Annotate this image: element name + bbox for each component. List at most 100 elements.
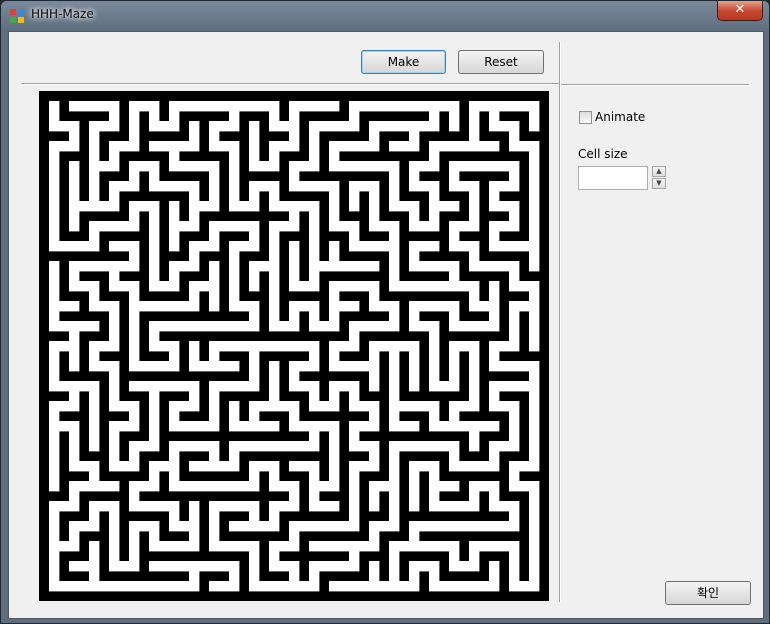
maze-path-cell (49, 421, 60, 432)
maze-path-cell (459, 341, 470, 352)
maze-path-cell (419, 161, 430, 172)
maze-path-cell (469, 391, 480, 402)
maze-path-cell (329, 261, 340, 272)
maze-path-cell (349, 581, 360, 592)
maze-path-cell (169, 101, 180, 112)
maze-path-cell (469, 551, 480, 562)
maze-path-cell (249, 141, 260, 152)
maze-path-cell (509, 321, 520, 332)
maze-path-cell (129, 461, 140, 472)
maze-path-cell (209, 241, 220, 252)
maze-path-cell (499, 121, 510, 132)
maze-path-cell (459, 141, 470, 152)
maze-path-cell (309, 351, 320, 362)
maze-path-cell (49, 531, 60, 542)
maze-path-cell (229, 121, 240, 132)
maze-path-cell (389, 181, 400, 192)
maze-path-cell (389, 301, 400, 312)
maze-path-cell (429, 281, 440, 292)
maze-path-cell (239, 441, 250, 452)
maze-path-cell (469, 111, 480, 122)
maze-path-cell (279, 441, 290, 452)
maze-path-cell (259, 421, 270, 432)
maze-path-cell (249, 261, 260, 272)
maze-path-cell (149, 391, 160, 402)
maze-path-cell (309, 301, 320, 312)
maze-path-cell (49, 111, 60, 122)
spin-down-icon[interactable]: ▼ (652, 178, 666, 189)
maze-path-cell (499, 501, 510, 512)
maze-path-cell (359, 541, 370, 552)
maze-path-cell (269, 391, 280, 402)
maze-path-cell (389, 571, 400, 582)
maze-path-cell (469, 251, 480, 262)
maze-path-cell (89, 281, 100, 292)
maze-path-cell (149, 411, 160, 422)
maze-path-cell (429, 581, 440, 592)
maze-path-cell (299, 381, 310, 392)
maze-path-cell (409, 221, 420, 232)
maze-path-cell (389, 201, 400, 212)
maze-path-cell (329, 211, 340, 222)
maze-path-cell (529, 541, 540, 552)
maze-path-cell (99, 161, 110, 172)
maze-path-cell (129, 201, 140, 212)
maze-path-cell (289, 161, 300, 172)
maze-path-cell (439, 281, 450, 292)
maze-path-cell (459, 421, 470, 432)
maze-path-cell (419, 281, 430, 292)
maze-path-cell (89, 431, 100, 442)
maze-path-cell (259, 461, 270, 472)
maze-path-cell (59, 541, 70, 552)
maze-path-cell (309, 281, 320, 292)
maze-path-cell (329, 281, 340, 292)
animate-checkbox[interactable] (579, 111, 592, 124)
maze-path-cell (269, 281, 280, 292)
maze-path-cell (379, 521, 390, 532)
spin-up-icon[interactable]: ▲ (652, 166, 666, 177)
maze-path-cell (489, 161, 500, 172)
maze-path-cell (209, 521, 220, 532)
make-button[interactable]: Make (361, 50, 446, 74)
maze-path-cell (489, 261, 500, 272)
cell-size-input[interactable] (578, 166, 648, 190)
maze-path-cell (239, 421, 250, 432)
title-bar[interactable]: HHH-Maze ✕ (1, 1, 769, 31)
maze-path-cell (109, 531, 120, 542)
maze-path-cell (169, 481, 180, 492)
maze-path-cell (269, 291, 280, 302)
maze-path-cell (179, 401, 190, 412)
maze-path-cell (49, 151, 60, 162)
maze-path-cell (69, 391, 80, 402)
maze-path-cell (189, 341, 200, 352)
ok-button[interactable]: 확인 (665, 581, 751, 605)
maze-path-cell (189, 211, 200, 222)
maze-path-cell (129, 341, 140, 352)
maze-path-cell (449, 461, 460, 472)
maze-path-cell (429, 401, 440, 412)
maze-path-cell (389, 541, 400, 552)
maze-path-cell (149, 201, 160, 212)
maze-path-cell (229, 341, 240, 352)
maze-path-cell (389, 401, 400, 412)
maze-path-cell (149, 431, 160, 442)
maze-path-cell (249, 511, 260, 522)
maze-path-cell (489, 341, 500, 352)
maze-path-cell (389, 271, 400, 282)
reset-button[interactable]: Reset (458, 50, 544, 74)
maze-path-cell (529, 221, 540, 232)
maze-path-cell (399, 201, 410, 212)
maze-path-cell (149, 221, 160, 232)
maze-path-cell (149, 321, 160, 332)
maze-path-cell (349, 381, 360, 392)
maze-path-cell (199, 421, 210, 432)
maze-path-cell (479, 261, 490, 272)
close-button[interactable]: ✕ (717, 1, 763, 21)
maze-path-cell (209, 181, 220, 192)
maze-path-cell (499, 161, 510, 172)
maze-path-cell (49, 101, 60, 112)
maze-path-cell (429, 261, 440, 272)
maze-path-cell (309, 521, 320, 532)
maze-canvas[interactable] (39, 91, 549, 601)
maze-path-cell (149, 241, 160, 252)
